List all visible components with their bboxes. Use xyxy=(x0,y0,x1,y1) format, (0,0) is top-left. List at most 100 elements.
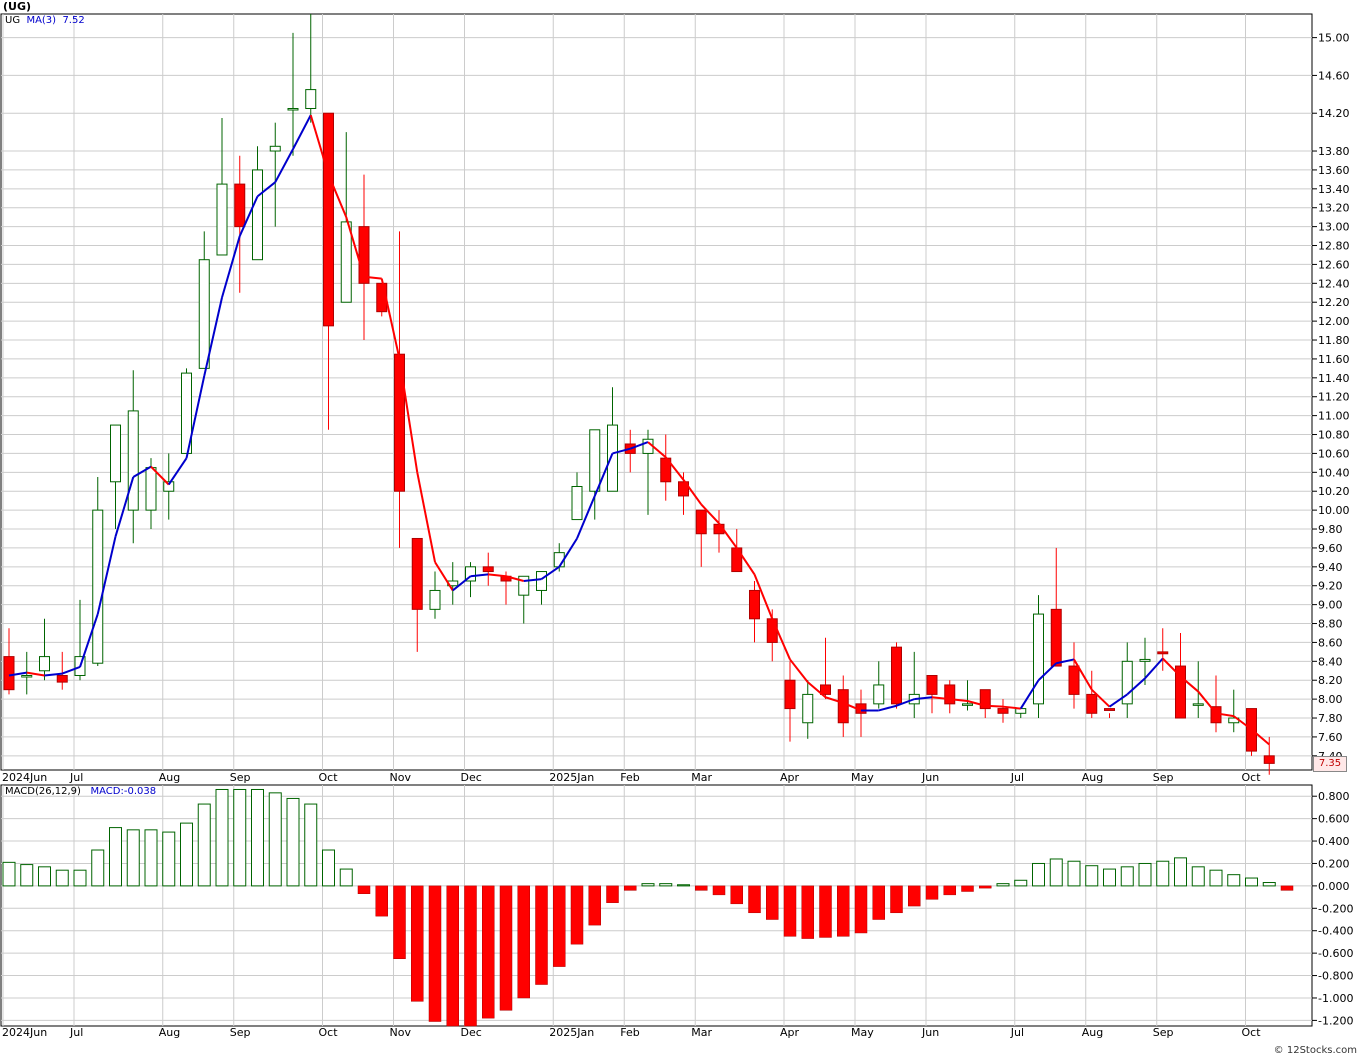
price-ytick-label: 13.80 xyxy=(1318,145,1350,158)
macd-bar xyxy=(1191,866,1205,887)
price-xtick-label: Mar xyxy=(691,771,712,784)
macd-xtick-label: Jul xyxy=(69,1026,83,1039)
price-ytick-label: 11.20 xyxy=(1318,391,1350,404)
macd-bar xyxy=(73,869,87,887)
macd-bar xyxy=(641,883,655,887)
macd-bar xyxy=(783,885,797,937)
macd-ytick-label: 0.200 xyxy=(1318,857,1350,870)
candle-body xyxy=(21,675,33,678)
macd-bar xyxy=(1262,882,1276,887)
candle-body xyxy=(1068,665,1080,695)
macd-bar xyxy=(162,831,176,887)
price-xtick-label: Dec xyxy=(461,771,482,784)
macd-label: MACD(26,12,9) xyxy=(5,786,81,797)
candle-body xyxy=(784,679,796,710)
price-ytick-label: 14.60 xyxy=(1318,69,1350,82)
legend-symbol: UG xyxy=(5,15,21,26)
price-ytick-label: 9.20 xyxy=(1318,580,1343,593)
legend-ma-label: MA(3) xyxy=(26,15,57,26)
macd-bar xyxy=(553,885,566,967)
price-xtick-label: Jul xyxy=(69,771,83,784)
macd-bar xyxy=(801,885,814,939)
candle-body xyxy=(1050,608,1062,667)
macd-bar xyxy=(304,803,318,887)
last-price-badge: 7.35 xyxy=(1313,756,1347,772)
price-ytick-label: 10.60 xyxy=(1318,447,1350,460)
candle-body xyxy=(997,708,1009,714)
macd-bar xyxy=(712,885,726,896)
candle-body xyxy=(962,703,973,706)
candle-body xyxy=(1015,708,1027,714)
candle-body xyxy=(536,571,547,591)
macd-ytick-label: -0.200 xyxy=(1318,902,1353,915)
macd-xtick-label: Feb xyxy=(620,1026,639,1039)
macd-bar xyxy=(1138,862,1152,887)
macd-ytick-label: -0.800 xyxy=(1318,970,1353,983)
macd-bar xyxy=(1245,877,1258,887)
price-xtick-label: Jun xyxy=(921,771,939,784)
chart-frame: 2024Jun 2024Jun Jul Jul Aug Aug Sep Sep Oct Oct No… xyxy=(0,0,1360,1056)
macd-bar xyxy=(996,883,1010,887)
price-xtick-label: Aug xyxy=(1082,771,1103,784)
macd-bar xyxy=(55,869,69,887)
macd-bar xyxy=(357,885,371,894)
macd-bar xyxy=(268,792,282,887)
candle-body xyxy=(749,589,760,620)
candle-body xyxy=(607,424,618,492)
macd-bar xyxy=(322,849,335,887)
candle-body xyxy=(1157,651,1169,655)
macd-bar xyxy=(1067,860,1081,887)
macd-xtick-label: Jul xyxy=(1010,1026,1024,1039)
candle-body xyxy=(1263,755,1275,764)
price-xtick-label: Apr xyxy=(780,771,800,784)
price-ytick-label: 9.40 xyxy=(1318,561,1343,574)
candle-body xyxy=(1033,613,1044,705)
price-ytick-label: 9.60 xyxy=(1318,542,1343,555)
price-xtick-label: Nov xyxy=(390,771,412,784)
macd-bar xyxy=(393,885,406,959)
macd-bar xyxy=(677,884,690,887)
macd-bar xyxy=(197,803,211,887)
macd-ytick-label: -1.200 xyxy=(1318,1014,1353,1027)
candle-body xyxy=(1139,658,1151,662)
candle-body xyxy=(127,410,139,511)
macd-bar xyxy=(659,883,673,887)
macd-bar xyxy=(908,885,921,907)
candle-body xyxy=(766,618,778,643)
macd-bar xyxy=(1085,865,1099,887)
macd-bar xyxy=(979,885,992,889)
candle-body xyxy=(482,566,494,573)
price-ytick-label: 11.00 xyxy=(1318,410,1350,423)
macd-xtick-label: Mar xyxy=(691,1026,712,1039)
macd-bar xyxy=(570,885,584,945)
candle-body xyxy=(926,675,938,695)
macd-bar xyxy=(961,885,974,892)
macd-bar xyxy=(428,885,442,1022)
price-panel xyxy=(0,13,1313,771)
macd-xtick-label: Sep xyxy=(1153,1026,1174,1039)
price-ytick-label: 13.00 xyxy=(1318,221,1350,234)
macd-xtick-label: Nov xyxy=(390,1026,412,1039)
price-ytick-label: 9.00 xyxy=(1318,599,1343,612)
macd-bar xyxy=(748,885,761,914)
macd-bar xyxy=(91,849,105,887)
macd-bar xyxy=(588,885,601,926)
price-ytick-label: 14.20 xyxy=(1318,107,1350,120)
macd-xtick-label: Aug xyxy=(1082,1026,1103,1039)
ma3-segment xyxy=(985,704,1004,708)
price-ytick-label: 10.40 xyxy=(1318,466,1350,479)
macd-bar xyxy=(1103,868,1116,887)
macd-ytick-label: 0.800 xyxy=(1318,790,1350,803)
price-ytick-label: 9.80 xyxy=(1318,523,1343,536)
macd-xtick-label: Jun xyxy=(921,1026,939,1039)
candle-body xyxy=(216,183,228,256)
candle-body xyxy=(110,424,121,483)
price-ytick-label: 8.00 xyxy=(1318,693,1343,706)
price-xtick-label: May xyxy=(851,771,874,784)
macd-bar xyxy=(375,885,388,917)
macd-ytick-label: 0.600 xyxy=(1318,813,1350,826)
macd-bar xyxy=(482,885,495,1019)
price-ytick-label: 13.20 xyxy=(1318,202,1350,215)
price-xtick-label: Aug xyxy=(159,771,180,784)
macd-bar xyxy=(109,827,122,887)
